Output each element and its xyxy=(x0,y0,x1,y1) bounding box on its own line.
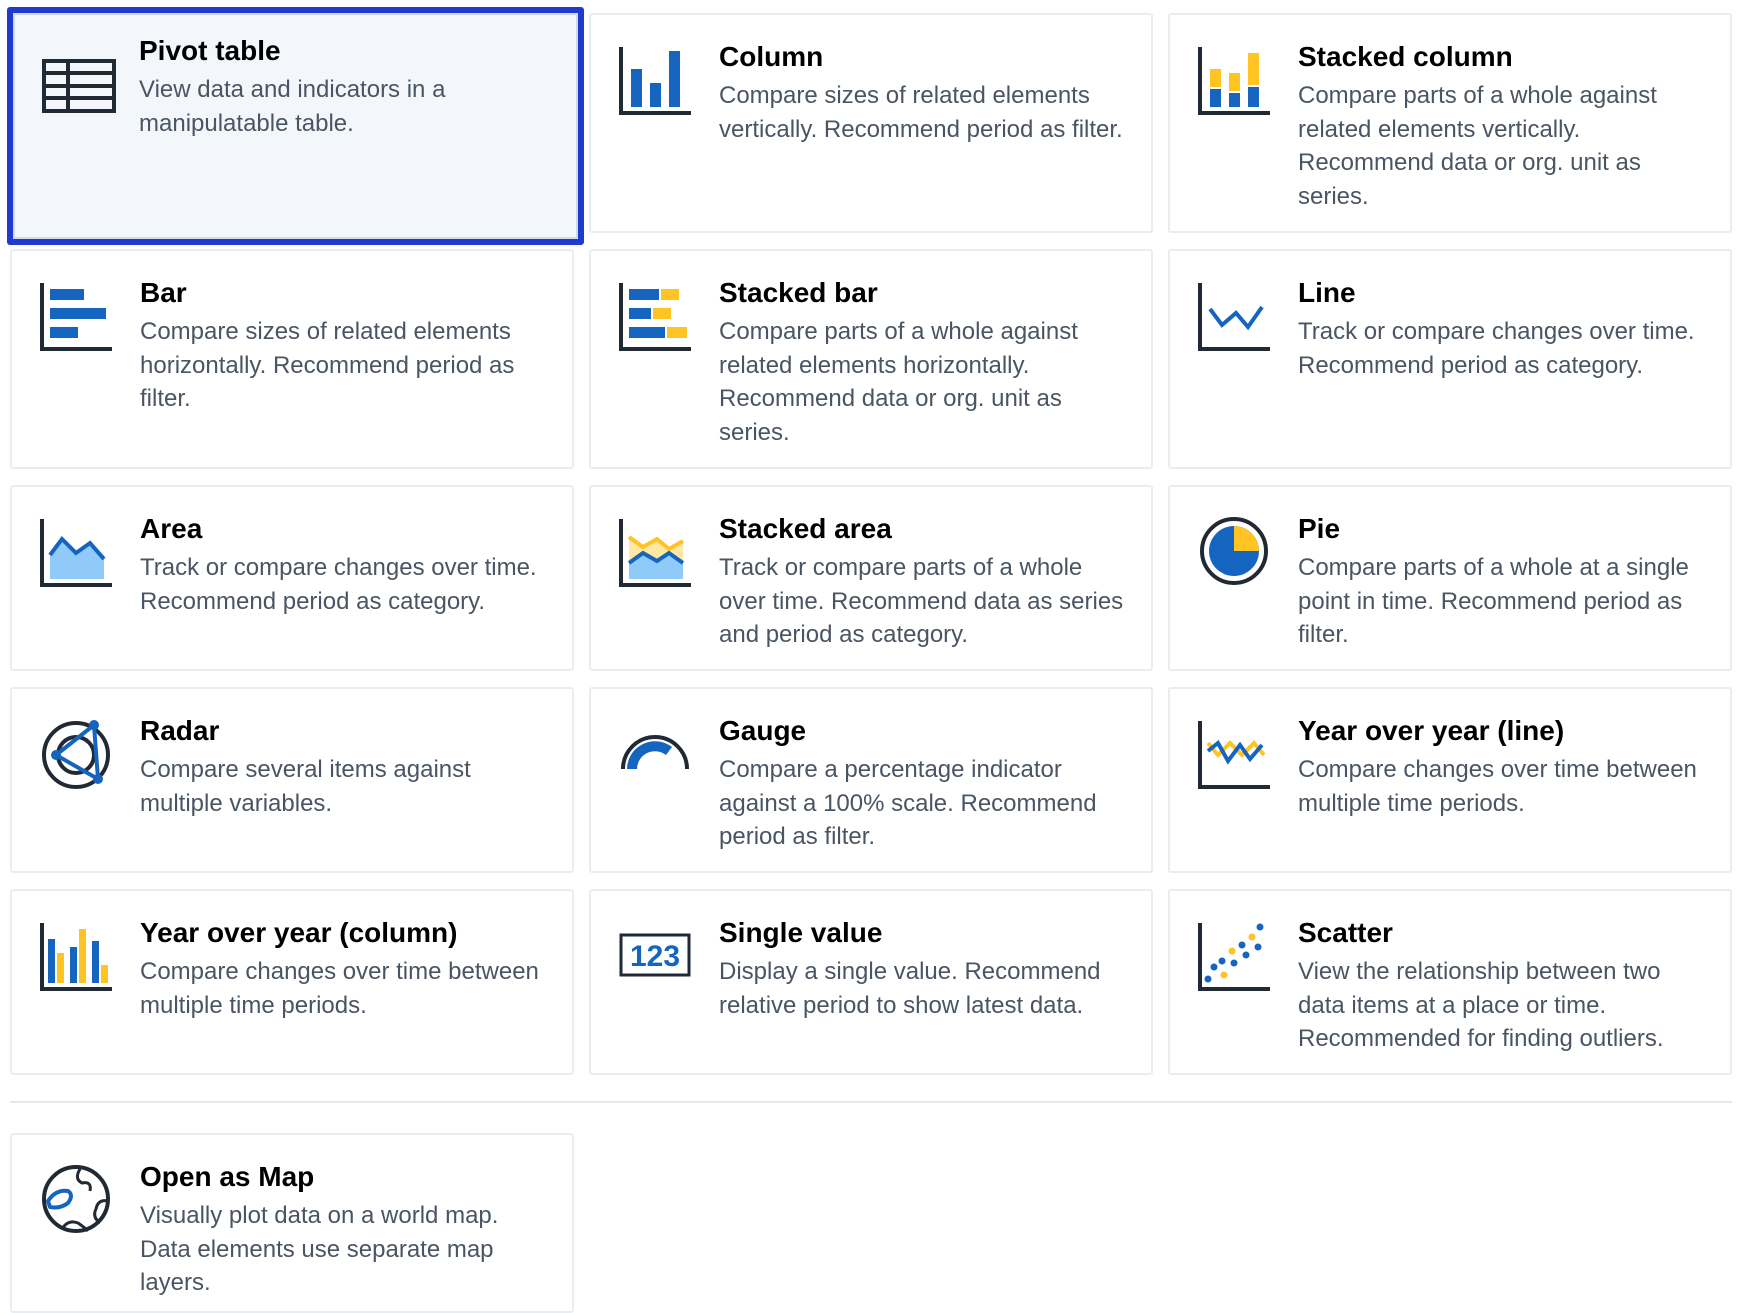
vis-type-title: Single value xyxy=(719,917,883,948)
vis-type-description: View data and indicators in a manipulata… xyxy=(139,76,446,137)
section-divider xyxy=(10,1101,1732,1103)
vis-type-title: Stacked column xyxy=(1298,41,1513,72)
vis-type-radar[interactable]: Radar Compare several items against mult… xyxy=(10,687,574,873)
vis-type-description: Track or compare changes over time. Reco… xyxy=(140,554,537,615)
vis-type-area[interactable]: Area Track or compare changes over time.… xyxy=(10,485,574,671)
vis-type-description: Display a single value. Recommend relati… xyxy=(719,958,1101,1019)
vis-type-description: View the relationship between two data i… xyxy=(1298,958,1664,1052)
bar-chart-icon xyxy=(40,283,112,351)
globe-map-icon xyxy=(42,1165,110,1233)
vis-type-stacked-area[interactable]: Stacked area Track or compare parts of a… xyxy=(589,485,1153,671)
pie-chart-icon xyxy=(1200,517,1268,585)
vis-type-description: Compare sizes of related elements vertic… xyxy=(719,82,1123,143)
vis-type-title: Radar xyxy=(140,715,220,746)
vis-type-description: Compare a percentage indicator against a… xyxy=(719,756,1097,850)
vis-type-bar[interactable]: Bar Compare sizes of related elements ho… xyxy=(10,249,574,469)
vis-type-title: Gauge xyxy=(719,715,807,746)
stacked-column-chart-icon xyxy=(1198,47,1270,115)
vis-type-description: Compare changes over time between multip… xyxy=(1298,756,1697,817)
vis-type-pie[interactable]: Pie Compare parts of a whole at a single… xyxy=(1168,485,1732,671)
vis-type-stacked-bar[interactable]: Stacked bar Compare parts of a whole aga… xyxy=(589,249,1153,469)
year-over-year-line-icon xyxy=(1198,721,1270,789)
vis-type-scatter[interactable]: Scatter View the relationship between tw… xyxy=(1168,889,1732,1075)
vis-type-description: Compare several items against multiple v… xyxy=(140,756,471,817)
vis-type-line[interactable]: Line Track or compare changes over time.… xyxy=(1168,249,1732,469)
single-value-icon-text: 123 xyxy=(630,940,680,973)
open-as-map-option[interactable]: Open as Map Visually plot data on a worl… xyxy=(10,1133,574,1313)
vis-type-description: Compare parts of a whole against related… xyxy=(1298,82,1657,210)
vis-type-title: Stacked bar xyxy=(719,277,878,308)
vis-type-title: Scatter xyxy=(1298,917,1393,948)
vis-type-pivot-table[interactable]: Pivot table View data and indicators in … xyxy=(7,7,584,245)
line-chart-icon xyxy=(1198,283,1270,351)
map-option-description: Visually plot data on a world map. Data … xyxy=(140,1202,499,1296)
vis-type-title: Line xyxy=(1298,277,1356,308)
scatter-chart-icon xyxy=(1198,923,1270,991)
year-over-year-column-icon xyxy=(40,923,112,991)
vis-type-year-over-year-line[interactable]: Year over year (line) Compare changes ov… xyxy=(1168,687,1732,873)
vis-type-title: Area xyxy=(140,513,203,544)
single-value-icon: 123 xyxy=(619,933,691,977)
vis-type-description: Compare parts of a whole against related… xyxy=(719,318,1078,446)
vis-type-single-value[interactable]: 123 Single value Display a single value.… xyxy=(589,889,1153,1075)
vis-type-title: Year over year (line) xyxy=(1298,715,1565,746)
gauge-chart-icon xyxy=(621,735,689,770)
column-chart-icon xyxy=(619,47,691,115)
map-option-title: Open as Map xyxy=(140,1161,315,1192)
pivot-table-icon xyxy=(42,59,116,113)
vis-type-title: Stacked area xyxy=(719,513,892,544)
stacked-area-chart-icon xyxy=(619,519,691,587)
vis-type-description: Compare changes over time between multip… xyxy=(140,958,539,1019)
vis-type-year-over-year-column[interactable]: Year over year (column) Compare changes … xyxy=(10,889,574,1075)
vis-type-description: Compare sizes of related elements horizo… xyxy=(140,318,515,412)
stacked-bar-chart-icon xyxy=(619,283,691,351)
vis-type-column[interactable]: Column Compare sizes of related elements… xyxy=(589,13,1153,233)
vis-type-description: Track or compare changes over time. Reco… xyxy=(1298,318,1695,379)
vis-type-stacked-column[interactable]: Stacked column Compare parts of a whole … xyxy=(1168,13,1732,233)
vis-type-title: Pivot table xyxy=(139,35,281,66)
radar-chart-icon xyxy=(42,720,110,789)
vis-type-gauge[interactable]: Gauge Compare a percentage indicator aga… xyxy=(589,687,1153,873)
vis-type-description: Track or compare parts of a whole over t… xyxy=(719,554,1124,648)
vis-type-title: Bar xyxy=(140,277,187,308)
vis-type-title: Year over year (column) xyxy=(140,917,458,948)
vis-type-description: Compare parts of a whole at a single poi… xyxy=(1298,554,1689,648)
area-chart-icon xyxy=(40,519,112,587)
vis-type-title: Column xyxy=(719,41,824,72)
vis-type-title: Pie xyxy=(1298,513,1341,544)
